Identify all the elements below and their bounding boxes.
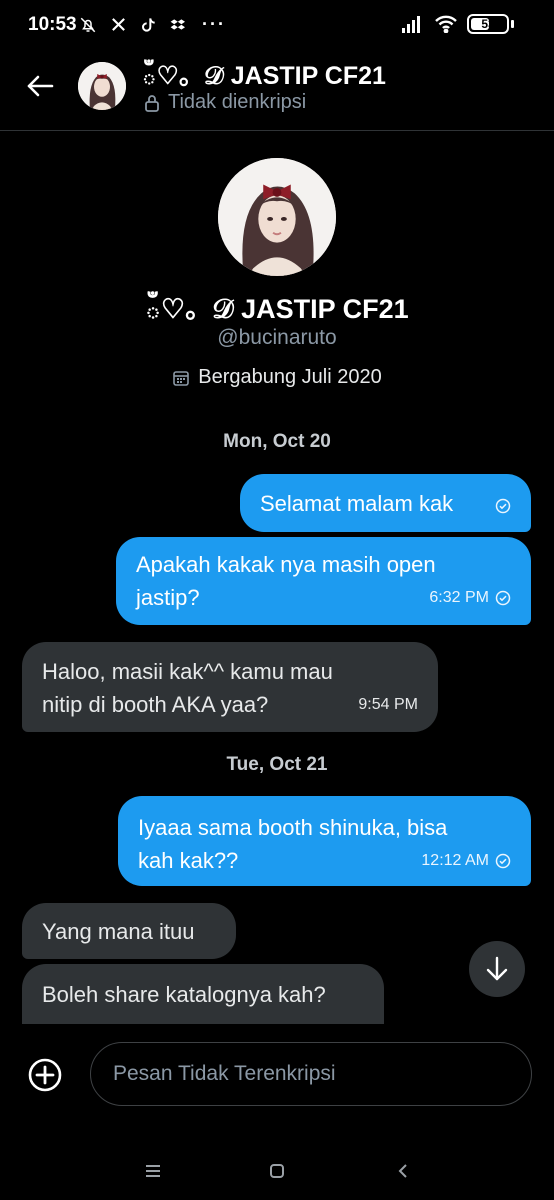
message-text: Selamat malam kak: [260, 490, 454, 516]
calendar-icon: [173, 370, 190, 386]
tiktok-icon: [138, 15, 158, 35]
scroll-to-bottom-button[interactable]: [469, 941, 525, 997]
lock-icon: [145, 94, 159, 112]
message-time: 9:54 PM: [358, 696, 418, 713]
date-separator: Tue, Oct 21: [226, 754, 328, 775]
read-check-icon: [495, 590, 511, 605]
message-bubble-outgoing[interactable]: Selamat malam kak: [240, 474, 531, 532]
battery-tip: [511, 20, 514, 28]
read-check-icon: [495, 853, 511, 868]
arrow-left-icon: [27, 75, 54, 97]
message-text-line: nitip di booth AKA yaa?: [42, 692, 269, 717]
square-icon: [270, 1164, 284, 1178]
conversation-header: ఀ♡。𝒟 JASTIP CF21 Tidak dienkripsi: [0, 50, 554, 130]
message-input[interactable]: [90, 1042, 532, 1106]
message-bubble-incoming[interactable]: Yang mana ituu: [22, 903, 236, 959]
recent-apps-button[interactable]: [138, 1156, 168, 1186]
profile-joined: Bergabung Juli 2020: [0, 366, 554, 389]
add-attachment-button[interactable]: [26, 1056, 64, 1094]
x-logo-icon: [108, 15, 128, 35]
message-text-line: Iyaaa sama booth shinuka, bisa: [138, 815, 448, 840]
back-button[interactable]: [22, 68, 58, 104]
home-button[interactable]: [262, 1156, 292, 1186]
header-divider: [0, 130, 554, 131]
header-avatar[interactable]: [78, 62, 126, 110]
message-meta: 12:12 AM: [421, 844, 511, 877]
joined-label: Bergabung Juli 2020: [198, 366, 382, 388]
profile-handle[interactable]: @bucinaruto: [0, 326, 554, 350]
battery-percent: 53: [481, 17, 495, 31]
status-bar: 10:53 ··· 53: [0, 0, 554, 50]
chevron-left-icon: [398, 1164, 407, 1178]
message-text-line: jastip?: [136, 585, 200, 610]
plus-circle-icon: [28, 1058, 62, 1092]
message-bubble-incoming[interactable]: Haloo, masii kak^^ kamu mau nitip di boo…: [22, 642, 438, 732]
message-text-line: kah kak??: [138, 848, 239, 873]
message-text-line: Apakah kakak nya masih open: [136, 552, 436, 577]
message-time: 6:32 PM: [429, 589, 489, 606]
more-notifications: ···: [202, 14, 226, 34]
message-meta: 6:32 PM: [429, 581, 511, 614]
menu-icon: [146, 1165, 160, 1177]
system-nav-bar: [0, 1140, 554, 1200]
system-back-button[interactable]: [388, 1156, 418, 1186]
encryption-status: Tidak dienkripsi: [144, 91, 306, 114]
message-time: 12:12 AM: [421, 852, 489, 869]
message-text-line: Haloo, masii kak^^ kamu mau: [42, 659, 333, 684]
message-composer: [0, 1024, 554, 1120]
wifi-icon: [433, 14, 459, 34]
status-time: 10:53: [28, 14, 77, 35]
date-separator: Mon, Oct 20: [223, 431, 331, 452]
read-check-icon: [495, 498, 511, 514]
bell-off-icon: [78, 15, 98, 35]
message-bubble-outgoing[interactable]: Apakah kakak nya masih open jastip? 6:32…: [116, 537, 531, 625]
message-text: Yang mana ituu: [42, 918, 195, 944]
signal-icon: [401, 14, 425, 34]
arrow-down-icon: [486, 956, 508, 981]
message-bubble-outgoing[interactable]: Iyaaa sama booth shinuka, bisa kah kak??…: [118, 796, 531, 886]
encryption-label: Tidak dienkripsi: [168, 91, 307, 113]
battery-indicator: 53: [467, 14, 509, 34]
profile-avatar[interactable]: [218, 158, 336, 276]
dropbox-icon: [168, 15, 188, 35]
message-text: Boleh share katalognya kah?: [42, 982, 326, 1007]
